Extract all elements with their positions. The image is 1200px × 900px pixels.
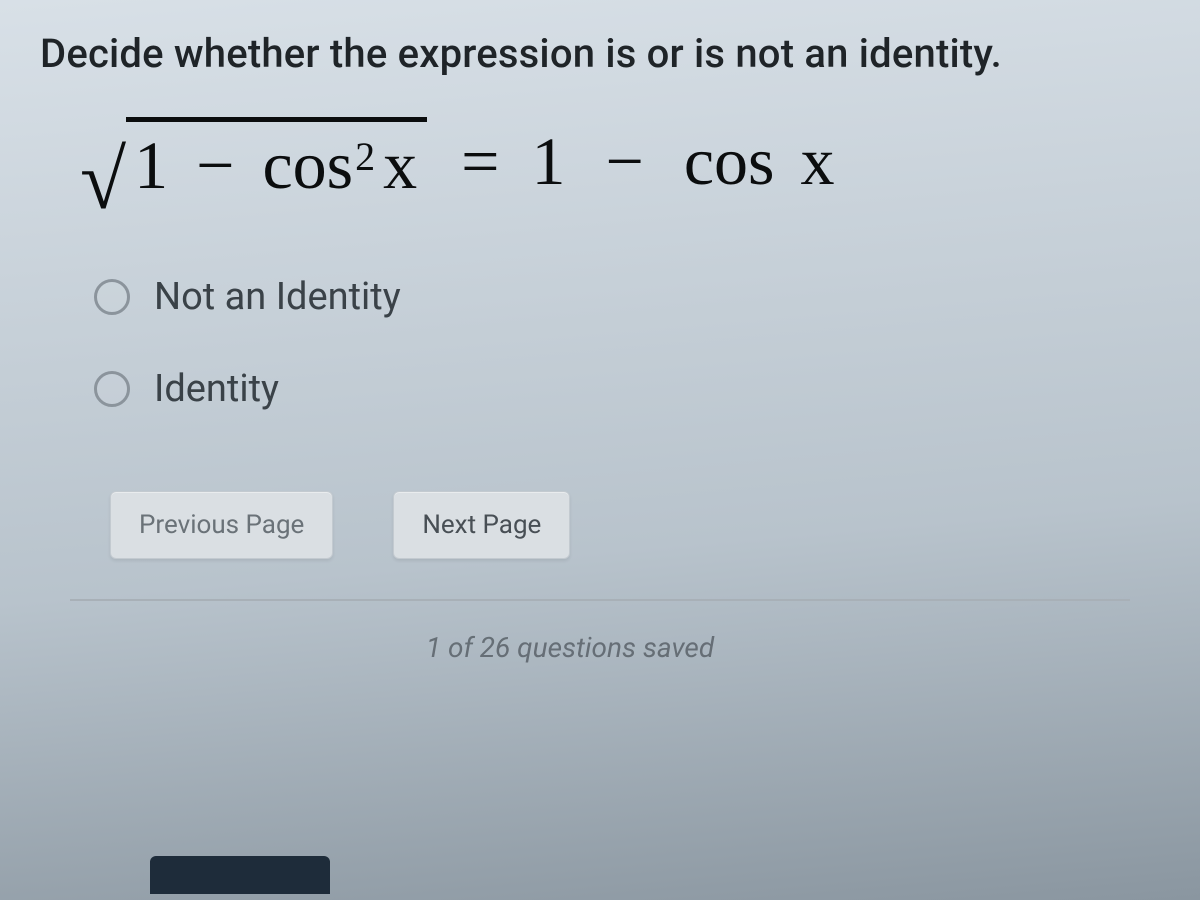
option-not-identity[interactable]: Not an Identity: [94, 275, 1160, 319]
rhs-x: x: [801, 122, 835, 201]
radicand-x: x: [383, 126, 417, 205]
radicand-cos: cos: [262, 126, 353, 205]
question-prompt: Decide whether the expression is or is n…: [40, 30, 1160, 77]
sqrt-icon: √: [80, 152, 126, 211]
radicand-squared: 2: [355, 133, 375, 180]
radicand-minus: −: [196, 126, 234, 205]
rhs-cos: cos: [684, 122, 775, 201]
equals-sign: =: [461, 122, 499, 201]
radio-icon[interactable]: [94, 371, 130, 407]
footer: 1 of 26 questions saved: [40, 631, 1160, 664]
option-label: Not an Identity: [154, 275, 401, 319]
math-expression: √ 1 − cos 2 x = 1 − cos x: [80, 117, 1160, 205]
option-label: Identity: [154, 367, 279, 411]
radicand-one: 1: [134, 126, 168, 205]
partial-button[interactable]: [150, 856, 330, 894]
rhs-one: 1: [531, 122, 565, 201]
radicand: 1 − cos 2 x: [126, 117, 427, 205]
save-status: 1 of 26 questions saved: [426, 631, 714, 664]
sqrt-group: √ 1 − cos 2 x: [80, 117, 427, 205]
next-page-button[interactable]: Next Page: [393, 491, 570, 559]
answer-options: Not an Identity Identity: [94, 275, 1160, 411]
rhs-minus: −: [605, 122, 643, 201]
divider: [70, 599, 1130, 601]
option-identity[interactable]: Identity: [94, 367, 1160, 411]
nav-buttons: Previous Page Next Page: [110, 491, 1160, 559]
previous-page-button[interactable]: Previous Page: [110, 491, 333, 559]
radio-icon[interactable]: [94, 279, 130, 315]
